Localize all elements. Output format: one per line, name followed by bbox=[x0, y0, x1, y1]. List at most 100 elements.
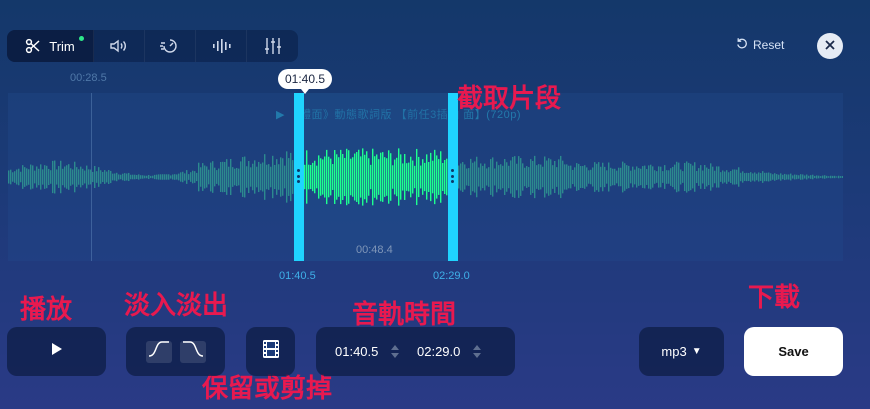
waveform-bar bbox=[366, 151, 368, 203]
fade-in-icon bbox=[148, 341, 170, 362]
waveform-bar bbox=[468, 168, 470, 186]
chevron-up-icon[interactable] bbox=[473, 345, 481, 350]
grip-icon bbox=[451, 169, 454, 183]
waveform-bar bbox=[670, 168, 672, 186]
waveform-bar bbox=[694, 162, 696, 192]
waveform-bar bbox=[744, 173, 746, 181]
waveform-bar bbox=[336, 154, 338, 200]
waveform-bar bbox=[774, 173, 776, 181]
waveform-bar bbox=[658, 166, 660, 188]
waveform-bar bbox=[52, 160, 54, 194]
end-time-stepper[interactable] bbox=[473, 345, 481, 358]
waveform-bar bbox=[800, 174, 802, 180]
tab-pitch[interactable] bbox=[196, 30, 247, 62]
chevron-down-icon[interactable] bbox=[473, 353, 481, 358]
waveform-bar bbox=[702, 170, 704, 184]
trim-start-handle[interactable] bbox=[294, 93, 304, 261]
tab-trim-label: Trim bbox=[49, 38, 75, 54]
waveform-bar bbox=[828, 176, 830, 178]
start-time-field[interactable]: 01:40.5 bbox=[335, 344, 385, 359]
waveform-bar bbox=[488, 167, 490, 187]
waveform-bar bbox=[736, 169, 738, 185]
waveform-bar bbox=[668, 170, 670, 184]
waveform-bar bbox=[764, 172, 766, 182]
tab-volume[interactable] bbox=[94, 30, 145, 62]
waveform-bar bbox=[76, 167, 78, 187]
caret-down-icon: ▼ bbox=[691, 346, 702, 357]
waveform-bar bbox=[438, 159, 440, 195]
waveform-bar bbox=[12, 172, 14, 182]
waveform-bar bbox=[46, 165, 48, 189]
close-button[interactable] bbox=[817, 33, 843, 59]
waveform-bar bbox=[392, 165, 394, 189]
tab-equalizer[interactable] bbox=[247, 30, 298, 62]
waveform-bar bbox=[274, 164, 276, 190]
waveform-bar bbox=[222, 161, 224, 193]
waveform-bar bbox=[464, 164, 466, 190]
fade-in-button[interactable] bbox=[145, 340, 172, 363]
waveform-bar bbox=[248, 161, 250, 193]
waveform-bar bbox=[642, 166, 644, 188]
waveform-bar bbox=[116, 172, 118, 182]
tab-speed[interactable] bbox=[145, 30, 196, 62]
waveform-bar bbox=[688, 162, 690, 192]
chevron-down-icon[interactable] bbox=[391, 353, 399, 358]
waveform-bar bbox=[228, 166, 230, 188]
waveform-bar bbox=[514, 156, 516, 198]
waveform-bar bbox=[542, 166, 544, 188]
waveform-bar bbox=[588, 170, 590, 184]
waveform-bar bbox=[626, 165, 628, 189]
waveform-bar bbox=[538, 164, 540, 190]
waveform-bar bbox=[576, 163, 578, 191]
waveform-bar bbox=[208, 169, 210, 185]
waveform-bar bbox=[612, 168, 614, 186]
trim-end-handle[interactable] bbox=[448, 93, 458, 261]
waveform-bar bbox=[646, 169, 648, 185]
waveform-bar bbox=[136, 174, 138, 180]
waveform-bar bbox=[748, 172, 750, 182]
waveform-bar bbox=[784, 173, 786, 181]
waveform-bar bbox=[806, 174, 808, 180]
waveform-bar bbox=[26, 168, 28, 186]
waveform-bar bbox=[30, 164, 32, 190]
waveform-bar bbox=[622, 161, 624, 193]
waveform-bar bbox=[540, 164, 542, 190]
waveform-bar bbox=[570, 165, 572, 189]
waveform-bar bbox=[128, 172, 130, 182]
end-time-field[interactable]: 02:29.0 bbox=[417, 344, 467, 359]
waveform-bar bbox=[418, 156, 420, 198]
tab-trim[interactable]: Trim bbox=[7, 30, 94, 62]
waveform-bar bbox=[812, 174, 814, 180]
waveform-bar bbox=[526, 166, 528, 188]
waveform-bar bbox=[152, 175, 154, 179]
waveform-bar bbox=[18, 168, 20, 186]
waveform-bar bbox=[412, 160, 414, 194]
keep-or-cut-button[interactable] bbox=[246, 327, 295, 376]
format-select[interactable]: mp3 ▼ bbox=[639, 327, 724, 376]
waveform-bar bbox=[814, 175, 816, 179]
waveform-bar bbox=[664, 165, 666, 189]
effects-toolbar: Trim bbox=[7, 30, 298, 62]
chevron-up-icon[interactable] bbox=[391, 345, 399, 350]
start-time-stepper[interactable] bbox=[391, 345, 399, 358]
waveform-bar bbox=[272, 155, 274, 199]
waveform-bar bbox=[98, 167, 100, 187]
waveform-bar bbox=[758, 172, 760, 182]
waveform-bar bbox=[34, 170, 36, 184]
waveform-bar bbox=[100, 170, 102, 184]
reset-button[interactable]: Reset bbox=[736, 37, 784, 52]
waveform-bar bbox=[746, 172, 748, 182]
waveform-bar bbox=[164, 174, 166, 180]
waveform-bar bbox=[134, 174, 136, 180]
waveform-bar bbox=[16, 169, 18, 185]
waveform-bar bbox=[346, 148, 348, 206]
save-button[interactable]: Save bbox=[744, 327, 843, 376]
waveform-bar bbox=[682, 171, 684, 183]
waveform-bar bbox=[534, 155, 536, 199]
waveform-bar bbox=[796, 174, 798, 180]
waveform-bar bbox=[584, 165, 586, 189]
waveform-bar bbox=[436, 155, 438, 199]
waveform-bar bbox=[842, 175, 843, 179]
play-button[interactable] bbox=[7, 327, 106, 376]
fade-out-button[interactable] bbox=[179, 340, 206, 363]
